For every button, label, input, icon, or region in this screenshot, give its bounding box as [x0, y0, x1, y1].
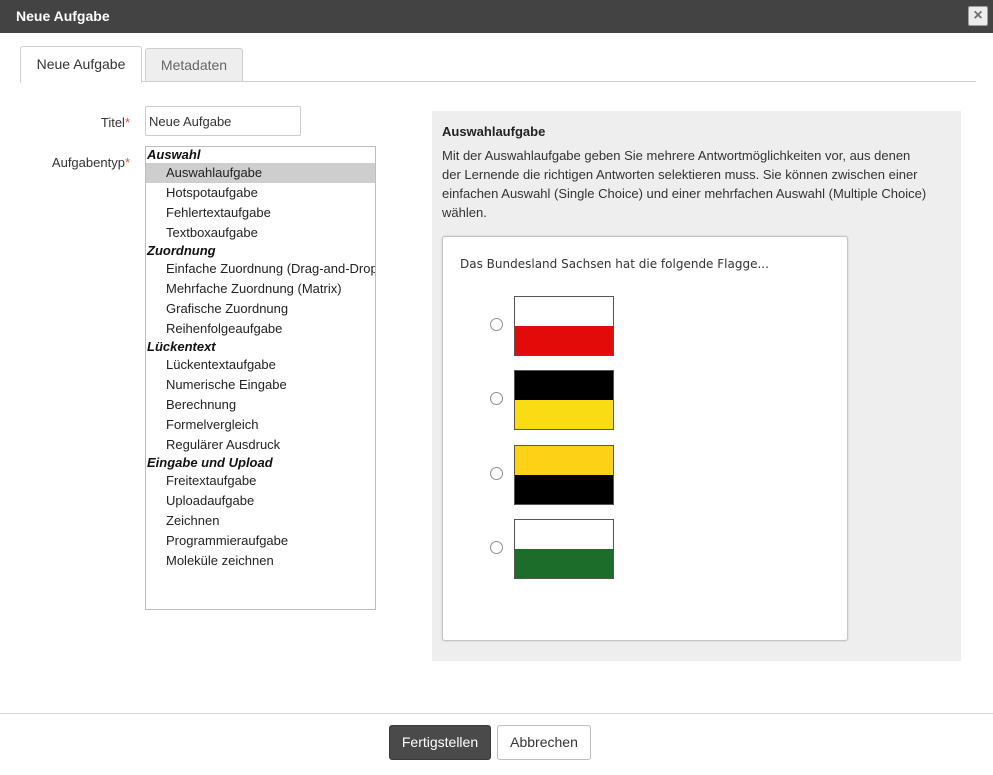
- required-marker: *: [124, 115, 130, 130]
- cancel-button[interactable]: Abbrechen: [497, 725, 591, 760]
- flag-stripe: [515, 400, 613, 429]
- flag-image: [514, 519, 614, 579]
- sample-question-text: Das Bundesland Sachsen hat die folgende …: [460, 257, 769, 271]
- task-type-option[interactable]: Berechnung: [146, 395, 375, 415]
- task-type-option[interactable]: Hotspotaufgabe: [146, 183, 375, 203]
- task-type-option[interactable]: Regulärer Ausdruck: [146, 435, 375, 455]
- dialog-title: Neue Aufgabe: [16, 8, 110, 24]
- option-group-label: Zuordnung: [147, 243, 216, 258]
- flag-image: [514, 296, 614, 356]
- task-type-option[interactable]: Auswahlaufgabe: [146, 163, 375, 183]
- preview-title: Auswahlaufgabe: [442, 124, 546, 139]
- title-input[interactable]: [145, 106, 301, 136]
- answer-choice: [490, 445, 616, 505]
- task-type-option[interactable]: Mehrfache Zuordnung (Matrix): [146, 279, 375, 299]
- task-type-option[interactable]: Textboxaufgabe: [146, 223, 375, 243]
- flag-stripe: [515, 326, 613, 355]
- flag-stripe: [515, 297, 613, 326]
- dialog-titlebar: Neue Aufgabe ×: [0, 0, 993, 33]
- task-type-option[interactable]: Freitextaufgabe: [146, 471, 375, 491]
- answer-choice: [490, 519, 616, 579]
- tab-bar: Neue Aufgabe Metadaten: [20, 46, 976, 83]
- answer-choice: [490, 370, 616, 430]
- preview-description: Mit der Auswahlaufgabe geben Sie mehrere…: [442, 148, 927, 220]
- radio-button[interactable]: [490, 467, 503, 480]
- task-type-label: Aufgabentyp*: [51, 155, 130, 170]
- flag-stripe: [515, 549, 613, 578]
- answer-choice: [490, 296, 616, 356]
- flag-stripe: [515, 520, 613, 549]
- option-group-label: Lückentext: [147, 339, 216, 354]
- option-group-label: Auswahl: [147, 147, 201, 162]
- close-icon[interactable]: ×: [968, 6, 988, 26]
- flag-image: [514, 370, 614, 430]
- task-type-option[interactable]: Lückentextaufgabe: [146, 355, 375, 375]
- task-type-option[interactable]: Fehlertextaufgabe: [146, 203, 375, 223]
- option-group-label: Eingabe und Upload: [147, 455, 273, 470]
- flag-stripe: [515, 475, 613, 504]
- task-type-option[interactable]: Zeichnen: [146, 511, 375, 531]
- footer-divider: [0, 713, 993, 714]
- flag-image: [514, 445, 614, 505]
- task-type-option[interactable]: Numerische Eingabe: [146, 375, 375, 395]
- finish-button[interactable]: Fertigstellen: [389, 725, 491, 760]
- task-type-option[interactable]: Moleküle zeichnen: [146, 551, 375, 571]
- task-preview-panel: Auswahlaufgabe Mit der Auswahlaufgabe ge…: [432, 111, 961, 661]
- task-type-option[interactable]: Reihenfolgeaufgabe: [146, 319, 375, 339]
- new-task-dialog: Neue Aufgabe × Neue Aufgabe Metadaten Ti…: [0, 0, 993, 775]
- task-type-option[interactable]: Uploadaufgabe: [146, 491, 375, 511]
- task-type-option[interactable]: Einfache Zuordnung (Drag-and-Drop): [146, 259, 375, 279]
- radio-button[interactable]: [490, 318, 503, 331]
- radio-button[interactable]: [490, 392, 503, 405]
- sample-question-card: Das Bundesland Sachsen hat die folgende …: [442, 236, 848, 641]
- required-marker: *: [124, 155, 130, 170]
- task-type-listbox[interactable]: Auswahl Auswahlaufgabe Hotspotaufgabe Fehle…: [145, 146, 376, 610]
- task-type-option[interactable]: Grafische Zuordnung: [146, 299, 375, 319]
- title-label: Titel*: [100, 115, 130, 130]
- tab-metadaten[interactable]: Metadaten: [145, 48, 243, 82]
- flag-stripe: [515, 446, 613, 475]
- task-type-option[interactable]: Programmieraufgabe: [146, 531, 375, 551]
- task-type-option[interactable]: Formelvergleich: [146, 415, 375, 435]
- tab-neue-aufgabe[interactable]: Neue Aufgabe: [20, 46, 142, 83]
- flag-stripe: [515, 371, 613, 400]
- radio-button[interactable]: [490, 541, 503, 554]
